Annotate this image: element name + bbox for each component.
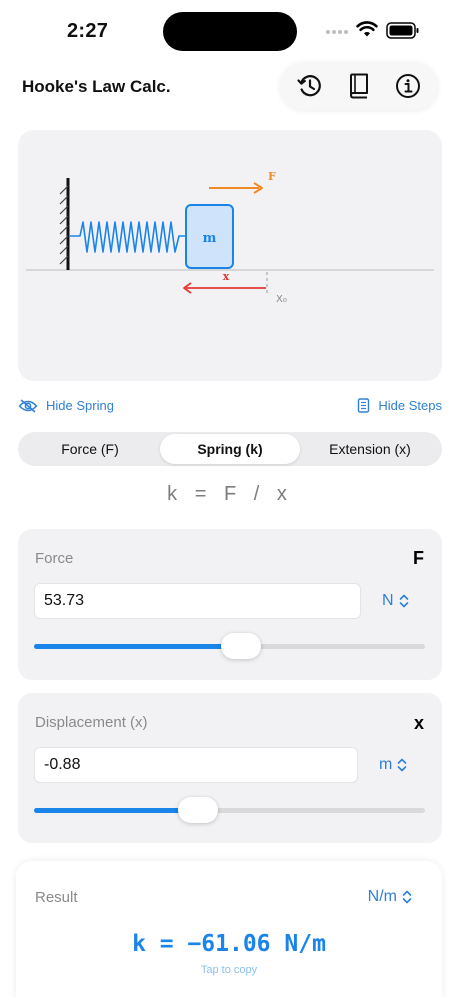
- hide-spring-label: Hide Spring: [46, 398, 114, 413]
- tab-spring[interactable]: Spring (k): [160, 434, 300, 464]
- wifi-icon: [356, 21, 378, 37]
- force-slider-thumb[interactable]: [221, 633, 262, 659]
- status-bar: 2:27: [0, 0, 460, 62]
- displacement-unit-select[interactable]: m: [379, 756, 407, 774]
- mass-label: m: [203, 231, 217, 246]
- tab-force[interactable]: Force (F): [20, 434, 160, 464]
- cellular-dots-icon: [326, 30, 348, 34]
- force-unit-label: N: [382, 592, 394, 609]
- notebook-icon: [358, 398, 370, 413]
- displacement-arrow: [183, 282, 266, 294]
- history-clock-icon: [297, 75, 322, 97]
- wall-icon: [59, 178, 70, 270]
- dynamic-island: [163, 12, 297, 51]
- hide-spring-link[interactable]: Hide Spring: [18, 398, 114, 413]
- displacement-slider-fill: [34, 808, 199, 813]
- result-unit-label: N/m: [367, 888, 397, 905]
- force-label: Force: [35, 550, 74, 567]
- result-label: Result: [35, 889, 78, 906]
- result-value[interactable]: k = −61.06 N/m: [16, 931, 442, 957]
- force-label: F: [268, 170, 276, 183]
- spring-coil: [69, 221, 186, 253]
- solve-for-segmented-control: Force (F) Spring (k) Extension (x): [18, 432, 442, 466]
- force-slider-fill: [34, 644, 242, 649]
- force-unit-select[interactable]: N: [382, 592, 409, 610]
- force-arrow: [209, 182, 263, 194]
- chevron-up-down-icon: [399, 594, 408, 608]
- top-toolbar: [280, 62, 438, 110]
- origin-label: X₀: [276, 294, 287, 305]
- tab-extension[interactable]: Extension (x): [300, 434, 440, 464]
- chevron-up-down-icon: [402, 890, 412, 904]
- displacement-slider[interactable]: [34, 797, 425, 823]
- force-symbol: F: [413, 548, 424, 568]
- displacement-symbol: x: [413, 713, 424, 733]
- spring-diagram: m F x X₀: [18, 130, 442, 381]
- displacement-label: x: [223, 270, 230, 283]
- battery-icon: [386, 22, 419, 39]
- force-input-card: Force F 53.73 N: [18, 529, 442, 680]
- status-time: 2:27: [67, 20, 109, 42]
- displacement-label: Displacement (x): [35, 714, 148, 731]
- history-button[interactable]: [294, 70, 326, 102]
- result-card[interactable]: Result N/m k = −61.06 N/m Tap to copy: [16, 861, 442, 997]
- formula-text: k = F / x: [167, 483, 293, 505]
- force-slider[interactable]: [34, 633, 425, 659]
- result-unit-select[interactable]: N/m: [368, 888, 412, 906]
- reference-book-button[interactable]: [343, 70, 375, 102]
- chevron-up-down-icon: [398, 758, 407, 772]
- info-circle-icon: [395, 74, 420, 98]
- eye-slash-icon: [18, 398, 38, 413]
- tap-to-copy-hint: Tap to copy: [200, 964, 258, 976]
- info-button[interactable]: [392, 70, 424, 102]
- displacement-unit-label: m: [379, 756, 393, 773]
- book-icon: [349, 73, 368, 99]
- hide-steps-link[interactable]: Hide Steps: [357, 398, 442, 413]
- app-title: Hooke's Law Calc.: [22, 77, 171, 96]
- hide-steps-label: Hide Steps: [378, 398, 442, 413]
- force-value-field[interactable]: 53.73: [34, 583, 361, 619]
- displacement-input-card: Displacement (x) x -0.88 m: [18, 693, 442, 843]
- spring-diagram-svg: m F x X₀: [26, 170, 434, 305]
- displacement-value-field[interactable]: -0.88: [34, 747, 358, 783]
- displacement-slider-thumb[interactable]: [178, 797, 219, 823]
